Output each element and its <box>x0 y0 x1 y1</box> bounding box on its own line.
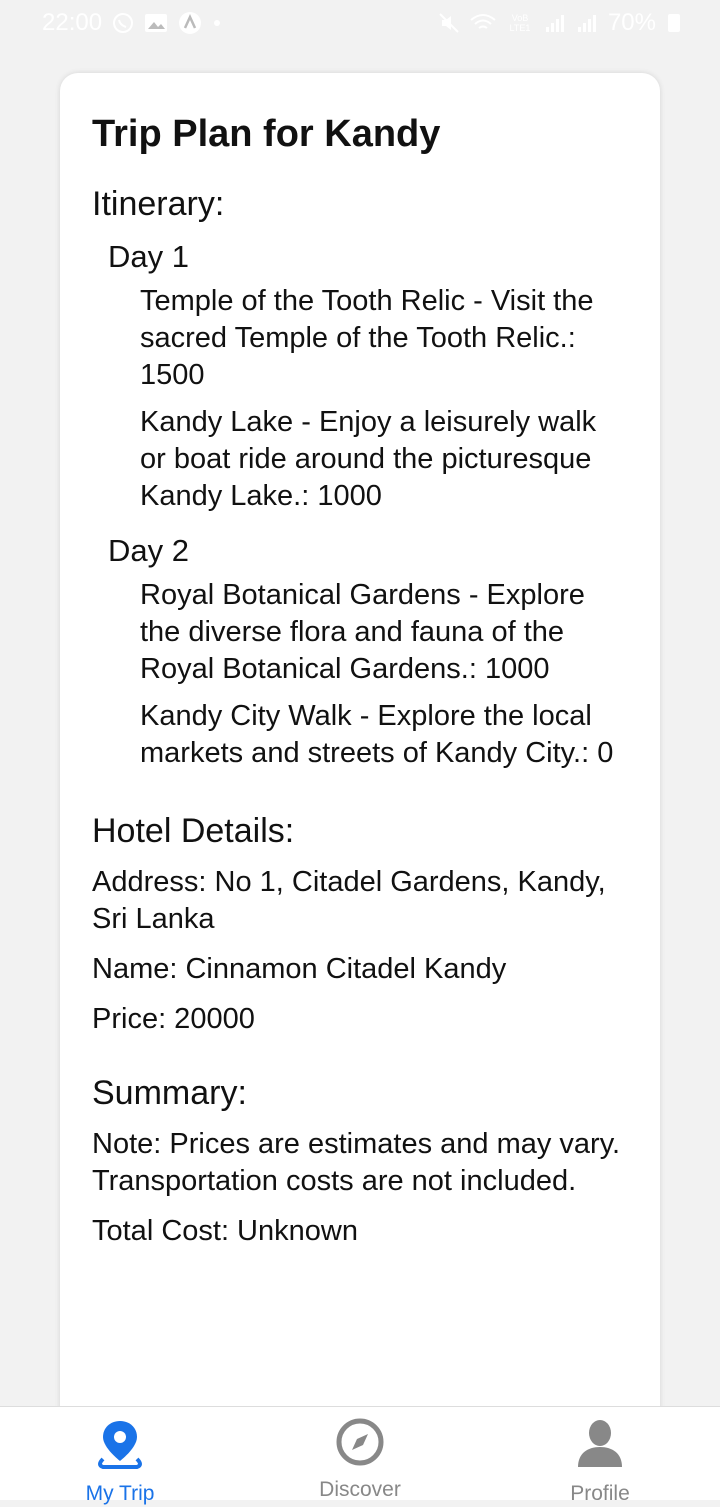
gallery-icon <box>144 13 168 33</box>
itinerary-heading: Itinerary: <box>92 185 225 223</box>
summary-note: Note: Prices are estimates and may vary.… <box>92 1128 621 1197</box>
trip-plan-card: Trip Plan for Kandy Itinerary: Day 1 Tem… <box>60 73 660 1473</box>
day-block-1: Day 1 Temple of the Tooth Relic - Visit … <box>92 237 628 515</box>
person-icon <box>573 1417 627 1471</box>
activity-item: Kandy Lake - Enjoy a leisurely walk or b… <box>140 406 597 512</box>
activity-item: Royal Botanical Gardens - Explore the di… <box>140 579 585 685</box>
page-title: Trip Plan for Kandy <box>92 113 441 155</box>
summary-heading: Summary: <box>92 1074 247 1112</box>
signal-icon-2 <box>576 13 598 33</box>
nav-profile[interactable]: Profile <box>480 1407 720 1505</box>
nav-label: Profile <box>570 1482 630 1505</box>
wifi-icon <box>470 13 496 33</box>
status-bar: 22:00 VoB LTE1 70% <box>0 0 720 46</box>
network-label: VoB LTE1 <box>509 13 531 33</box>
hotel-name: Name: Cinnamon Citadel Kandy <box>92 953 507 985</box>
compass-icon <box>333 1417 387 1467</box>
battery-percent: 70% <box>607 9 656 36</box>
status-right: VoB LTE1 70% <box>438 9 680 37</box>
dot-icon <box>212 18 222 28</box>
whatsapp-icon <box>112 12 134 34</box>
day-heading: Day 2 <box>108 533 189 568</box>
mute-icon <box>438 12 460 34</box>
nav-discover[interactable]: Discover <box>240 1407 480 1501</box>
day-heading: Day 1 <box>108 239 189 274</box>
nav-label: My Trip <box>85 1482 155 1505</box>
hotel-section: Hotel Details: Address: No 1, Citadel Ga… <box>92 810 628 1038</box>
activity-item: Temple of the Tooth Relic - Visit the sa… <box>140 285 594 391</box>
nav-label: Discover <box>319 1478 401 1501</box>
app-notification-icon <box>178 11 202 35</box>
hotel-address: Address: No 1, Citadel Gardens, Kandy, S… <box>92 866 606 935</box>
day-block-2: Day 2 Royal Botanical Gardens - Explore … <box>92 531 628 772</box>
map-pin-icon <box>93 1417 147 1471</box>
signal-icon <box>544 13 566 33</box>
summary-section: Summary: Note: Prices are estimates and … <box>92 1072 628 1250</box>
hotel-heading: Hotel Details: <box>92 812 295 850</box>
battery-icon <box>668 14 680 32</box>
status-time: 22:00 <box>42 9 103 36</box>
hotel-price: Price: 20000 <box>92 1003 255 1035</box>
bottom-nav: My Trip Discover Profile <box>0 1406 720 1505</box>
nav-my-trip[interactable]: My Trip <box>0 1407 240 1505</box>
total-cost: Total Cost: Unknown <box>92 1215 358 1247</box>
activity-item: Kandy City Walk - Explore the local mark… <box>140 700 614 769</box>
status-left: 22:00 <box>42 9 222 37</box>
